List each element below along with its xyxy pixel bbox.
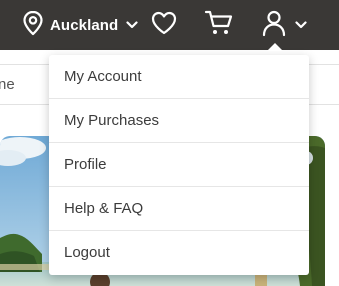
search-text-fragment: ne xyxy=(0,76,15,93)
menu-item-logout[interactable]: Logout xyxy=(49,231,309,275)
wishlist-button[interactable] xyxy=(148,10,180,40)
chevron-down-icon xyxy=(126,16,138,34)
location-pin-icon xyxy=(22,10,44,41)
dropdown-pointer xyxy=(267,43,283,51)
account-menu-button[interactable] xyxy=(256,10,312,40)
cart-icon xyxy=(204,9,234,42)
account-dropdown-menu: My Account My Purchases Profile Help & F… xyxy=(49,55,309,275)
user-icon xyxy=(261,9,287,42)
heart-icon xyxy=(150,10,178,41)
location-selector[interactable]: Auckland xyxy=(22,10,138,41)
chevron-down-icon xyxy=(295,16,307,34)
cart-button[interactable] xyxy=(203,10,235,40)
menu-item-my-purchases[interactable]: My Purchases xyxy=(49,99,309,143)
menu-item-help-faq[interactable]: Help & FAQ xyxy=(49,187,309,231)
menu-item-profile[interactable]: Profile xyxy=(49,143,309,187)
location-label: Auckland xyxy=(50,16,119,34)
top-navigation-bar: Auckland xyxy=(0,0,339,50)
menu-item-my-account[interactable]: My Account xyxy=(49,55,309,99)
